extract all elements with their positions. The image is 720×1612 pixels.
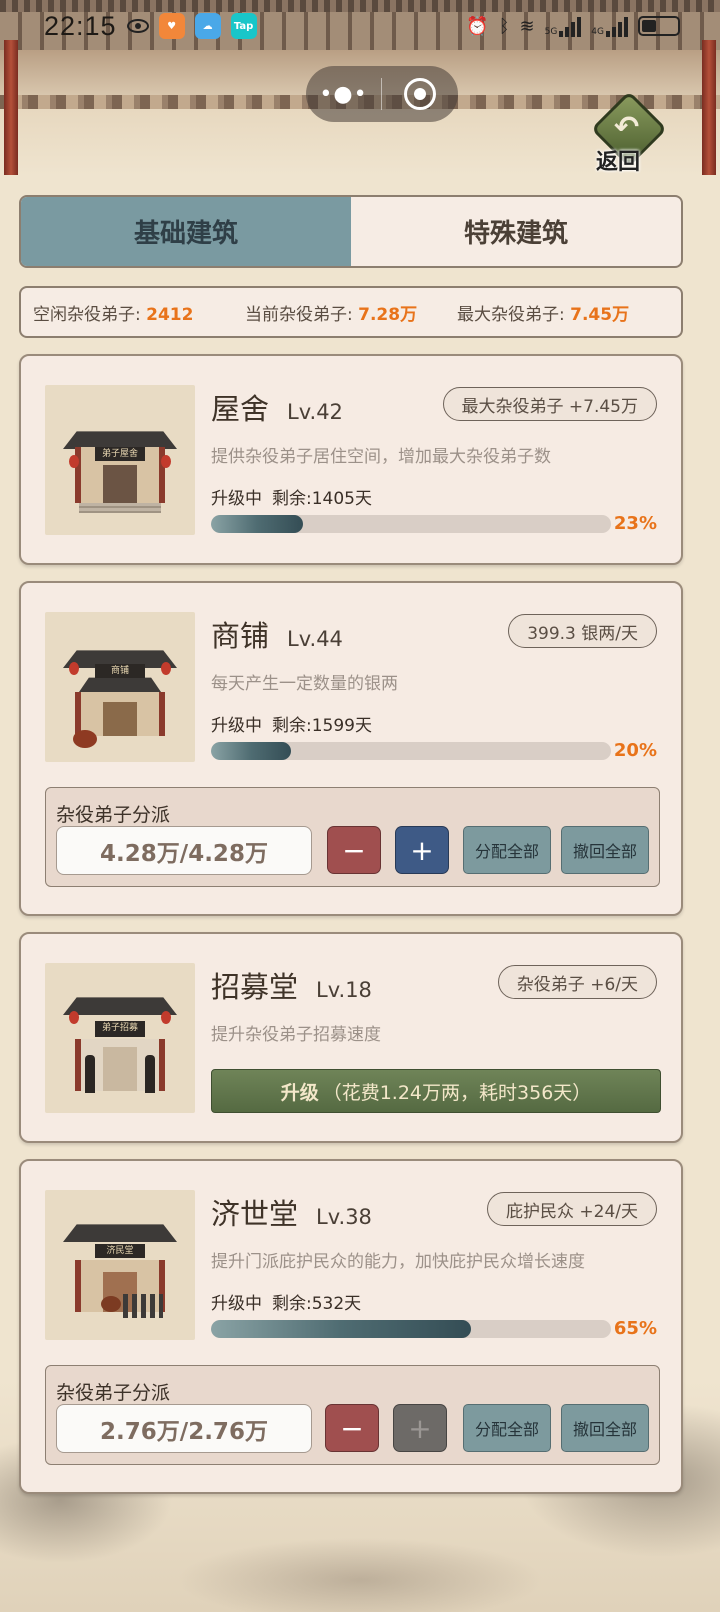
close-miniprogram-button[interactable] <box>382 78 457 110</box>
disciple-assignment-panel: 杂役弟子分派 2.76万/2.76万 − + 分配全部 撤回全部 <box>45 1365 660 1465</box>
building-name: 屋舍 <box>211 392 270 426</box>
max-disciples-stat: 最大杂役弟子: 7.45万 <box>457 304 630 325</box>
tab-special-buildings[interactable]: 特殊建筑 <box>351 197 681 266</box>
left-pillar <box>4 40 18 175</box>
building-description: 提升门派庇护民众的能力，加快庇护民众增长速度 <box>211 1252 585 1272</box>
upgrade-progress-bar <box>211 1320 611 1338</box>
idle-disciples-value: 2412 <box>146 304 194 325</box>
upgrade-remaining: 剩余:532天 <box>272 1294 362 1314</box>
assigned-count-field[interactable]: 2.76万/2.76万 <box>56 1404 312 1453</box>
building-description: 每天产生一定数量的银两 <box>211 674 398 694</box>
building-name: 招募堂 <box>211 970 299 1004</box>
building-effect-badge: 最大杂役弟子 +7.45万 <box>442 387 657 421</box>
assigned-count-field[interactable]: 4.28万/4.28万 <box>56 826 312 875</box>
heart-app-icon: ♥ <box>158 13 185 39</box>
decrease-button[interactable]: − <box>325 1404 379 1452</box>
decrease-button[interactable]: − <box>327 826 381 874</box>
increase-button-disabled[interactable]: + <box>393 1404 447 1452</box>
building-name: 商铺 <box>211 619 270 653</box>
back-label: 返回 <box>596 149 641 175</box>
upgrade-button[interactable]: 升级 （花费1.24万两，耗时356天） <box>211 1069 661 1113</box>
status-bar: 22:15 ♥ ☁ Tap ⏰ ᛒ ≋ 5G 4G <box>44 8 680 44</box>
building-tabs: 基础建筑 特殊建筑 <box>19 195 683 268</box>
building-effect-badge: 399.3 银两/天 <box>508 614 657 648</box>
back-button[interactable]: ↶ 返回 <box>590 90 668 176</box>
wifi-icon: ≋ <box>519 15 535 37</box>
building-description: 提升杂役弟子招募速度 <box>211 1025 381 1045</box>
dormitory-image: 弟子屋舍 <box>45 385 195 535</box>
status-time: 22:15 <box>44 10 117 41</box>
target-icon <box>403 78 436 110</box>
upgrade-status: 升级中 <box>211 716 262 736</box>
upgrade-status: 升级中 <box>211 1294 262 1314</box>
dormitory-plaque: 弟子屋舍 <box>95 447 145 461</box>
assignment-title: 杂役弟子分派 <box>56 1382 171 1404</box>
recall-all-button[interactable]: 撤回全部 <box>561 826 649 874</box>
assignment-title: 杂役弟子分派 <box>56 804 171 826</box>
battery-icon <box>638 16 680 36</box>
building-description: 提供杂役弟子居住空间，增加最大杂役弟子数 <box>211 447 551 467</box>
building-card-dormitory: 弟子屋舍 屋舍 Lv.42 最大杂役弟子 +7.45万 提供杂役弟子居住空间，增加… <box>19 354 683 565</box>
building-level: Lv.44 <box>287 627 343 651</box>
upgrade-progress-percent: 23% <box>613 513 657 534</box>
increase-button[interactable]: + <box>395 826 449 874</box>
max-disciples-value: 7.45万 <box>570 304 630 325</box>
upgrade-label: 升级 <box>280 1081 319 1104</box>
building-name: 济世堂 <box>211 1197 299 1231</box>
recruitment-hall-image: 弟子招募 <box>45 963 195 1113</box>
recruitment-plaque: 弟子招募 <box>95 1021 145 1037</box>
disciple-stats-bar: 空闲杂役弟子: 2412 当前杂役弟子: 7.28万 最大杂役弟子: 7.45万 <box>19 286 683 338</box>
miniprogram-capsule: •●• <box>306 66 458 122</box>
relief-hall-image: 济民堂 <box>45 1190 195 1340</box>
upgrade-remaining: 剩余:1405天 <box>272 489 372 509</box>
building-card-recruitment-hall: 弟子招募 招募堂 Lv.18 杂役弟子 +6/天 提升杂役弟子招募速度 升级 （花费… <box>19 932 683 1143</box>
disciple-assignment-panel: 杂役弟子分派 4.28万/4.28万 − + 分配全部 撤回全部 <box>45 787 660 887</box>
signal-5g-icon: 5G <box>545 15 582 37</box>
current-disciples-stat: 当前杂役弟子: 7.28万 <box>245 304 418 325</box>
shop-plaque: 商铺 <box>95 664 145 678</box>
building-level: Lv.18 <box>316 978 372 1002</box>
building-effect-badge: 杂役弟子 +6/天 <box>497 965 657 999</box>
upgrade-status: 升级中 <box>211 489 262 509</box>
recall-all-button[interactable]: 撤回全部 <box>561 1404 649 1452</box>
assign-all-button[interactable]: 分配全部 <box>463 826 551 874</box>
assign-all-button[interactable]: 分配全部 <box>463 1404 551 1452</box>
relief-plaque: 济民堂 <box>95 1244 145 1258</box>
building-level: Lv.38 <box>316 1205 372 1229</box>
current-disciples-value: 7.28万 <box>358 304 418 325</box>
upgrade-progress-percent: 65% <box>613 1318 657 1339</box>
eye-icon <box>126 19 149 33</box>
signal-4g-icon: 4G <box>591 15 628 37</box>
upgrade-progress-bar <box>211 515 611 533</box>
more-options-button[interactable]: •●• <box>306 82 381 107</box>
idle-disciples-stat: 空闲杂役弟子: 2412 <box>33 304 194 325</box>
upgrade-remaining: 剩余:1599天 <box>272 716 372 736</box>
right-pillar <box>702 40 716 175</box>
building-card-relief-hall: 济民堂 济世堂 Lv.38 庇护民众 +24/天 提升门派庇护民众的能力，加快庇护… <box>19 1159 683 1494</box>
alarm-icon: ⏰ <box>466 15 489 37</box>
upgrade-cost: （花费1.24万两，耗时356天） <box>322 1081 592 1104</box>
upgrade-progress-percent: 20% <box>613 740 657 761</box>
back-arrow-icon: ↶ <box>614 110 640 145</box>
tab-basic-buildings[interactable]: 基础建筑 <box>21 197 351 266</box>
bluetooth-icon: ᛒ <box>498 15 510 37</box>
upgrade-progress-bar <box>211 742 611 760</box>
weather-app-icon: ☁ <box>194 13 221 39</box>
shop-image: 商铺 <box>45 612 195 762</box>
building-level: Lv.42 <box>287 400 343 424</box>
taptap-app-icon: Tap <box>230 13 257 39</box>
building-effect-badge: 庇护民众 +24/天 <box>486 1192 657 1226</box>
building-card-shop: 商铺 商铺 Lv.44 399.3 银两/天 每天产生一定数量的银两 升级中 剩余:… <box>19 581 683 916</box>
